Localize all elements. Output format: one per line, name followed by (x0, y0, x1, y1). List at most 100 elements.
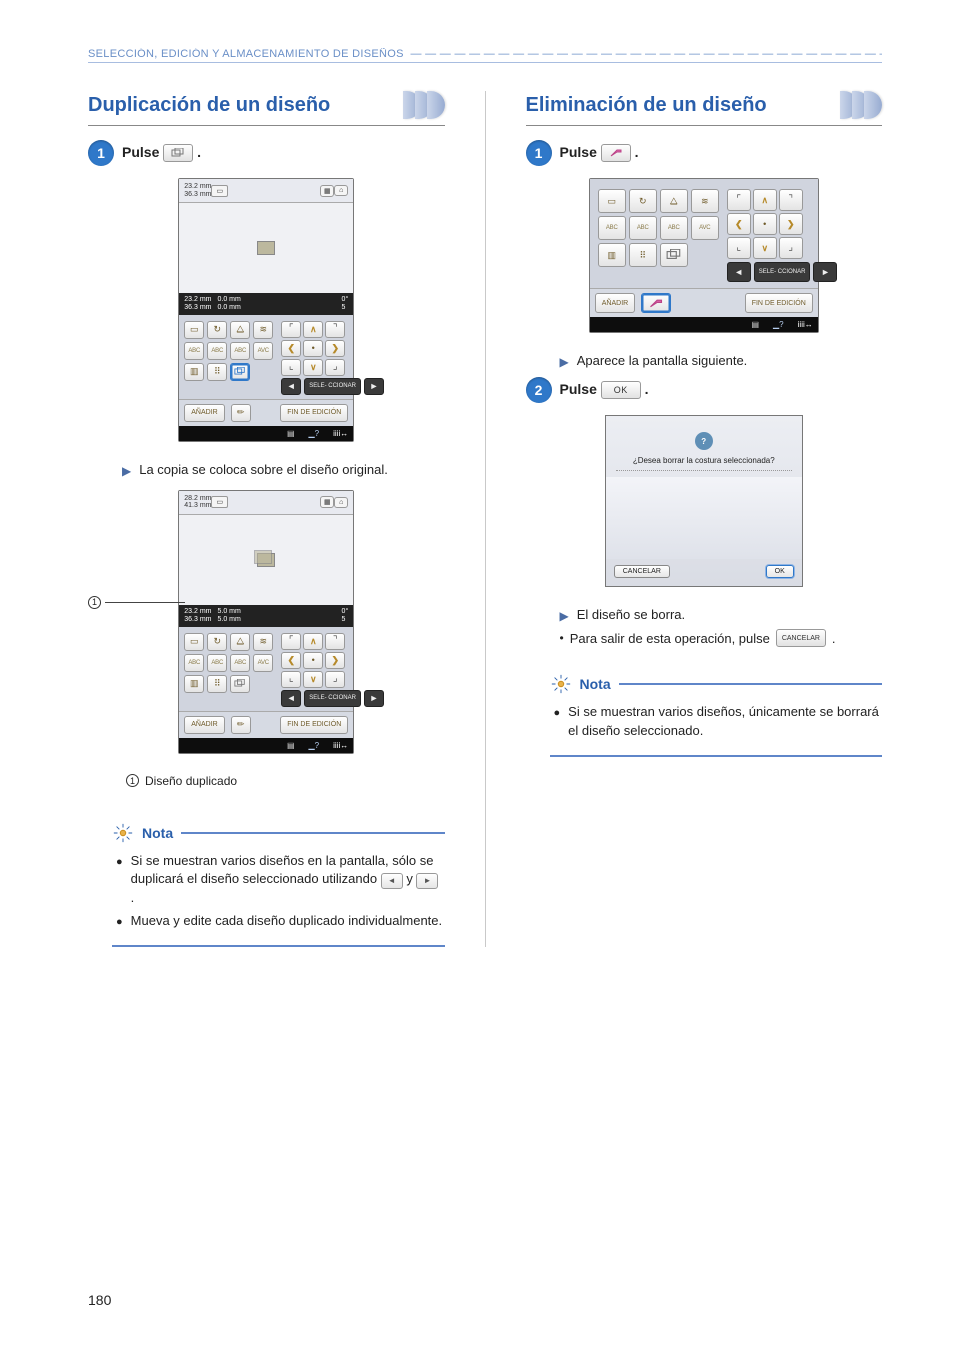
sel-prev[interactable]: ◄ (281, 690, 301, 707)
bullet-period: . (832, 631, 836, 646)
density-button[interactable]: ≋ (253, 633, 273, 651)
array-button[interactable]: ⠿ (207, 363, 227, 381)
density-button[interactable]: ≋ (253, 321, 273, 339)
footer-help-icon: ▁? (309, 741, 320, 750)
note-star-icon (112, 822, 134, 844)
abc-button-3[interactable]: ABC (230, 654, 250, 672)
dpad-up[interactable]: ∧ (303, 633, 323, 650)
abc-button-3[interactable]: ABC (660, 216, 688, 240)
grid-chip[interactable]: ▦ (320, 185, 334, 197)
thread-button[interactable]: ▥ (598, 243, 626, 267)
add-button[interactable]: AÑADIR (184, 404, 224, 422)
sel-next[interactable]: ► (813, 262, 837, 282)
period: . (635, 144, 639, 160)
thread-button[interactable]: ▥ (184, 363, 204, 381)
home-chip[interactable]: ⌂ (334, 185, 348, 196)
preview-chip[interactable]: ▭ (211, 496, 228, 508)
dialog-cancel-button[interactable]: CANCELAR (614, 565, 670, 578)
end-edit-button[interactable]: FIN DE EDICIÓN (745, 293, 813, 313)
mirror-button[interactable]: ⧋ (660, 189, 688, 213)
sel-prev[interactable]: ◄ (727, 262, 751, 282)
dpad-dr[interactable]: ⌟ (779, 237, 803, 259)
density-button[interactable]: ≋ (691, 189, 719, 213)
dpad-center[interactable]: • (303, 652, 323, 669)
dialog-wrap: ? ¿Desea borrar la costura seleccionada?… (526, 415, 883, 587)
dpad-ur[interactable]: ⌝ (325, 321, 345, 338)
dpad-ul[interactable]: ⌜ (727, 189, 751, 211)
step-text: Pulse OK . (560, 381, 649, 399)
delete-button[interactable] (641, 293, 671, 313)
avc-button[interactable]: AVC (691, 216, 719, 240)
duplicate-button[interactable] (660, 243, 688, 267)
rotate-button[interactable]: ↻ (207, 633, 227, 651)
dpad-left[interactable]: ❮ (281, 340, 301, 357)
dpad-center[interactable]: • (753, 213, 777, 235)
avc-button[interactable]: AVC (253, 654, 273, 672)
dpad-down[interactable]: ∨ (303, 359, 323, 376)
abc-button-1[interactable]: ABC (598, 216, 626, 240)
dpad-up[interactable]: ∧ (753, 189, 777, 211)
dpad-ur[interactable]: ⌝ (779, 189, 803, 211)
mirror-button[interactable]: ⧋ (230, 321, 250, 339)
abc-button-2[interactable]: ABC (207, 342, 227, 360)
dialog-ok-button[interactable]: OK (766, 565, 794, 578)
dpad-right[interactable]: ❯ (779, 213, 803, 235)
rotate-button[interactable]: ↻ (629, 189, 657, 213)
dpad-dl[interactable]: ⌞ (727, 237, 751, 259)
add-button[interactable]: AÑADIR (595, 293, 635, 313)
sel-prev[interactable]: ◄ (281, 378, 301, 395)
array-button[interactable]: ⠿ (207, 675, 227, 693)
home-chip[interactable]: ⌂ (334, 497, 348, 508)
delete-icon-button[interactable]: ✏ (231, 716, 251, 734)
avc-button[interactable]: AVC (253, 342, 273, 360)
dpad-dl[interactable]: ⌞ (281, 359, 301, 376)
dpad-down[interactable]: ∨ (753, 237, 777, 259)
column-separator (485, 91, 486, 947)
dpad-ur[interactable]: ⌝ (325, 633, 345, 650)
size-button[interactable]: ▭ (184, 321, 204, 339)
dpad-dr[interactable]: ⌟ (325, 359, 345, 376)
dpad-center[interactable]: • (303, 340, 323, 357)
dpad-dr[interactable]: ⌟ (325, 671, 345, 688)
controls: ▭ ↻ ⧋ ≋ ABC ABC ABC AVC (179, 315, 353, 399)
note-star-icon (550, 673, 572, 695)
abc-button-2[interactable]: ABC (207, 654, 227, 672)
size-button[interactable]: ▭ (184, 633, 204, 651)
screen-top-bar: 23.2 mm 36.3 mm ▭ ▦ ⌂ (179, 179, 353, 203)
bottom-bar: AÑADIR ✏ FIN DE EDICIÓN (179, 711, 353, 738)
note-body: ● Si se muestran varios diseños en la pa… (112, 848, 445, 945)
mirror-button[interactable]: ⧋ (230, 633, 250, 651)
sel-next[interactable]: ► (364, 690, 384, 707)
abc-button-2[interactable]: ABC (629, 216, 657, 240)
preview-chip[interactable]: ▭ (211, 185, 228, 197)
dpad-ul[interactable]: ⌜ (281, 321, 301, 338)
size-button[interactable]: ▭ (598, 189, 626, 213)
legend-1: 1 Diseño duplicado (126, 774, 445, 788)
grid-chip[interactable]: ▦ (320, 496, 334, 508)
delete-icon-button[interactable]: ✏ (231, 404, 251, 422)
rotate-button[interactable]: ↻ (207, 321, 227, 339)
dpad-up[interactable]: ∧ (303, 321, 323, 338)
dpad-right[interactable]: ❯ (325, 652, 345, 669)
end-edit-button[interactable]: FIN DE EDICIÓN (280, 716, 348, 734)
abc-button-1[interactable]: ABC (184, 654, 204, 672)
duplicate-button[interactable] (230, 363, 250, 381)
bottom-bar: AÑADIR FIN DE EDICIÓN (590, 288, 818, 317)
dpad-dl[interactable]: ⌞ (281, 671, 301, 688)
thread-button[interactable]: ▥ (184, 675, 204, 693)
stat-offa: 0.0 mm (217, 296, 240, 304)
dpad-left[interactable]: ❮ (281, 652, 301, 669)
duplicate-button[interactable] (230, 675, 250, 693)
dpad-left[interactable]: ❮ (727, 213, 751, 235)
dpad-down[interactable]: ∨ (303, 671, 323, 688)
end-edit-button[interactable]: FIN DE EDICIÓN (280, 404, 348, 422)
bottom-bar: AÑADIR ✏ FIN DE EDICIÓN (179, 399, 353, 426)
dpad-right[interactable]: ❯ (325, 340, 345, 357)
array-button[interactable]: ⠿ (629, 243, 657, 267)
abc-button-1[interactable]: ABC (184, 342, 204, 360)
sel-next[interactable]: ► (364, 378, 384, 395)
note-title: Nota (580, 676, 611, 692)
abc-button-3[interactable]: ABC (230, 342, 250, 360)
dpad-ul[interactable]: ⌜ (281, 633, 301, 650)
add-button[interactable]: AÑADIR (184, 716, 224, 734)
